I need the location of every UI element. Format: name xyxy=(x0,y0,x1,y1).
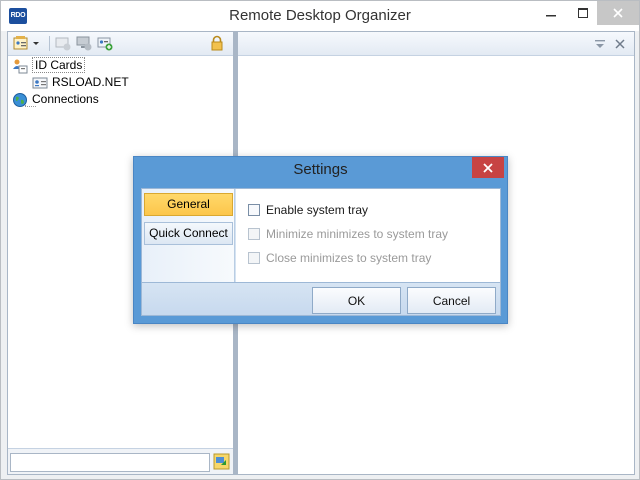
general-settings: Enable system tray Minimize minimizes to… xyxy=(236,189,500,282)
add-card-button[interactable] xyxy=(97,35,113,51)
option-label: Close minimizes to system tray xyxy=(266,251,432,265)
close-icon[interactable] xyxy=(614,38,626,53)
globe-icon xyxy=(12,92,28,108)
lock-icon xyxy=(211,35,223,51)
maximize-icon xyxy=(578,8,588,18)
dialog-title: Settings xyxy=(293,161,348,178)
quick-connect-go-button[interactable] xyxy=(213,453,230,470)
nav-quick-connect[interactable]: Quick Connect xyxy=(144,222,233,245)
ok-button[interactable]: OK xyxy=(312,287,401,314)
title-bar[interactable]: RDO Remote Desktop Organizer xyxy=(1,1,639,31)
quick-connect-bar xyxy=(8,448,233,474)
add-connection-icon xyxy=(76,36,92,51)
new-card-dropdown-icon xyxy=(13,36,39,50)
dialog-close-button[interactable] xyxy=(472,157,504,178)
close-button[interactable] xyxy=(597,1,639,25)
minimize-to-tray-checkbox xyxy=(248,228,260,240)
tree-item-label: Connections xyxy=(32,92,99,106)
right-panel-header xyxy=(238,32,634,56)
option-label: Enable system tray xyxy=(266,203,369,217)
id-cards-icon xyxy=(12,58,28,74)
tree-item-connections[interactable]: Connections xyxy=(12,91,132,108)
enable-system-tray-checkbox[interactable] xyxy=(248,204,260,216)
cancel-button[interactable]: Cancel xyxy=(407,287,496,314)
minimize-icon xyxy=(546,15,556,17)
maximize-button[interactable] xyxy=(569,1,597,25)
settings-nav: General Quick Connect xyxy=(142,189,235,282)
add-connection-button[interactable] xyxy=(76,35,92,51)
pin-dropdown-icon[interactable] xyxy=(594,38,606,53)
tree-item-label: ID Cards xyxy=(32,57,86,73)
minimize-button[interactable] xyxy=(537,1,565,25)
option-label: Minimize minimizes to system tray xyxy=(266,227,449,241)
close-icon xyxy=(613,8,623,18)
close-icon xyxy=(483,162,493,173)
lock-button[interactable] xyxy=(209,35,225,51)
close-to-tray-checkbox xyxy=(248,252,260,264)
dialog-body: General Quick Connect Enable system tray… xyxy=(141,188,501,316)
tree-item-id-cards[interactable]: ID Cards xyxy=(12,57,122,74)
tree-item-rsload[interactable]: RSLOAD.NET xyxy=(32,74,152,91)
nav-general[interactable]: General xyxy=(144,193,233,216)
new-card-dropdown-button[interactable] xyxy=(12,35,42,51)
connect-go-icon xyxy=(213,453,230,470)
quick-connect-input[interactable] xyxy=(10,453,210,472)
toolbar-separator xyxy=(49,36,50,51)
settings-dialog: Settings General Quick Connect Enable sy… xyxy=(133,156,508,324)
add-group-button[interactable] xyxy=(55,35,71,51)
id-card-icon xyxy=(32,75,48,91)
main-window: RDO Remote Desktop Organizer ID Cards RS… xyxy=(0,0,640,480)
tree-item-label: RSLOAD.NET xyxy=(52,75,129,89)
add-card-icon xyxy=(97,37,113,51)
add-group-icon xyxy=(55,37,71,51)
left-toolbar xyxy=(8,32,233,56)
dialog-footer: OK Cancel xyxy=(142,282,500,315)
